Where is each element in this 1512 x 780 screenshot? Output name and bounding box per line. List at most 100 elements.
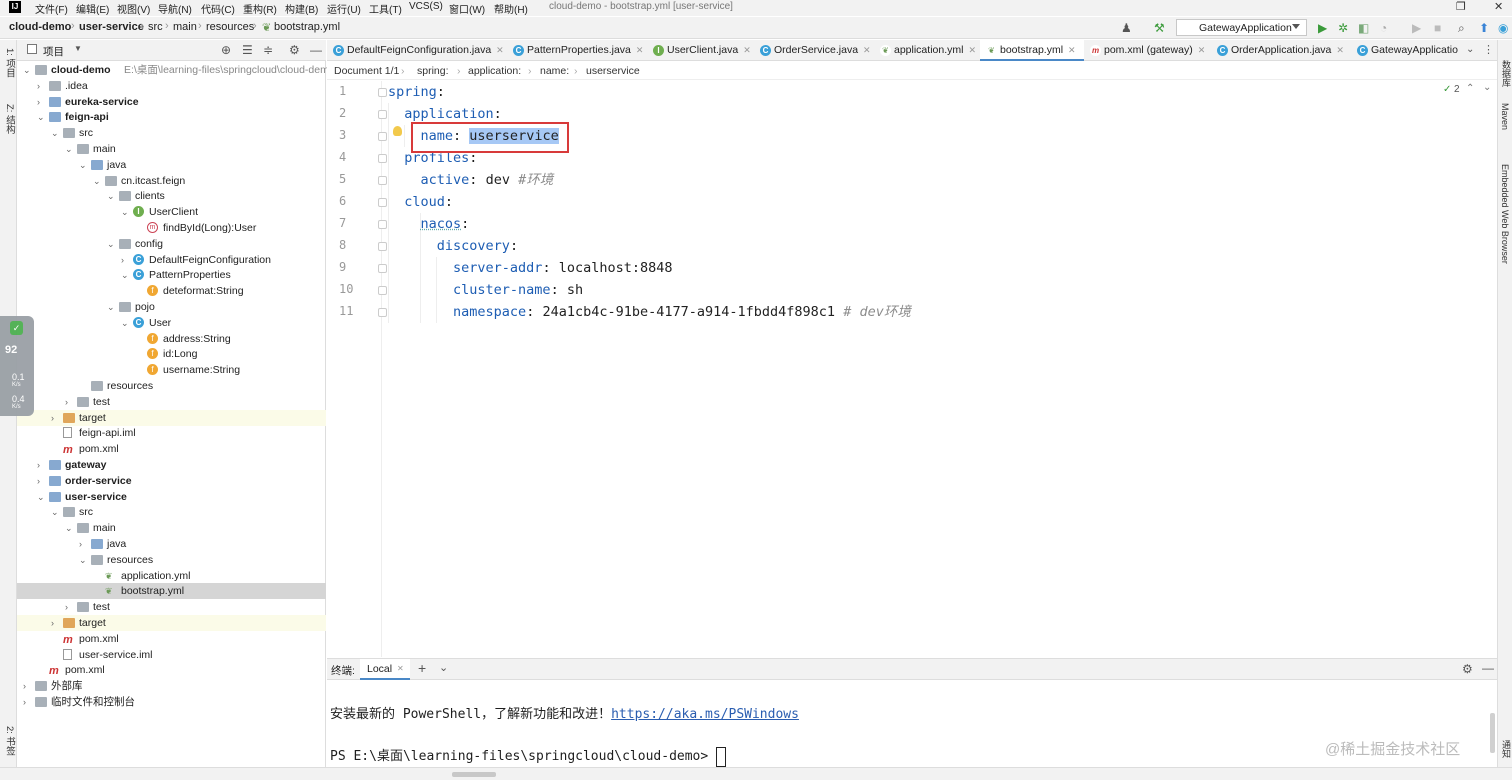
chevron-right-icon[interactable]: ›: [23, 694, 26, 710]
tree-folder-java[interactable]: › java: [17, 536, 326, 552]
tree-folder-target[interactable]: › target: [17, 409, 326, 426]
chevron-down-icon[interactable]: ⌄: [1483, 82, 1491, 93]
chevron-right-icon[interactable]: ›: [121, 252, 124, 268]
menu-edit[interactable]: 编辑(E): [76, 1, 109, 16]
chevron-right-icon[interactable]: ›: [65, 394, 68, 410]
tree-folder-test[interactable]: › test: [17, 394, 326, 410]
more-tabs-icon[interactable]: ⋮: [1483, 43, 1494, 56]
close-window-icon[interactable]: ✕: [1494, 0, 1503, 13]
tree-class-user[interactable]: ⌄ C User: [17, 315, 326, 331]
chevron-down-icon[interactable]: ⌄: [37, 489, 45, 505]
tab-gateway-application[interactable]: C GatewayApplicatio: [1351, 40, 1461, 61]
tree-folder-target[interactable]: › target: [17, 615, 326, 631]
breadcrumb-module[interactable]: user-service: [79, 21, 144, 33]
chevron-right-icon[interactable]: ›: [79, 536, 82, 552]
tree-field-deteformat[interactable]: f deteformat:String: [17, 283, 326, 299]
tree-field-username[interactable]: f username:String: [17, 362, 326, 378]
project-tool-tab[interactable]: 1: 项目: [2, 48, 16, 78]
tree-field-address[interactable]: f address:String: [17, 331, 326, 347]
tree-file-user-service-iml[interactable]: user-service.iml: [17, 647, 326, 663]
collapse-all-icon[interactable]: ≑: [263, 43, 273, 57]
close-icon[interactable]: ✕: [743, 45, 751, 55]
tree-file-pom[interactable]: m pom.xml: [17, 441, 326, 457]
debug-icon[interactable]: ✲: [1338, 21, 1348, 35]
breadcrumb-application[interactable]: application:: [468, 65, 521, 77]
coverage-icon[interactable]: ◧: [1358, 21, 1369, 35]
chevron-right-icon[interactable]: ›: [37, 473, 40, 489]
add-terminal-icon[interactable]: +: [418, 660, 426, 676]
menu-build[interactable]: 构建(B): [285, 1, 318, 16]
update-icon[interactable]: ⬆: [1479, 21, 1489, 35]
database-tool-tab[interactable]: 数据库: [1500, 60, 1512, 87]
tree-folder-src[interactable]: ⌄ src: [17, 125, 326, 141]
tree-folder-main[interactable]: ⌄ main: [17, 520, 326, 536]
breadcrumb-main[interactable]: main: [173, 21, 197, 33]
menu-refactor[interactable]: 重构(R): [243, 1, 277, 16]
menu-view[interactable]: 视图(V): [117, 1, 150, 16]
close-icon[interactable]: ✕: [1068, 45, 1076, 55]
horizontal-scrollbar[interactable]: [452, 772, 496, 777]
chevron-up-icon[interactable]: ⌃: [1466, 83, 1474, 94]
tree-folder-idea[interactable]: › .idea: [17, 78, 326, 94]
chevron-down-icon[interactable]: ⌄: [1466, 44, 1474, 55]
chevron-right-icon[interactable]: ›: [23, 678, 26, 694]
project-panel-title[interactable]: 项目: [43, 44, 64, 59]
inspection-check-icon[interactable]: ✓: [1443, 84, 1451, 95]
close-icon[interactable]: ✕: [1198, 45, 1206, 55]
tree-file-bootstrap-yml[interactable]: ❦ bootstrap.yml: [17, 583, 326, 600]
tree-file-pom[interactable]: m pom.xml: [17, 662, 326, 678]
chevron-down-icon[interactable]: ⌄: [51, 125, 59, 141]
tree-package-config[interactable]: ⌄ config: [17, 236, 326, 252]
tree-folder-java[interactable]: ⌄ java: [17, 157, 326, 173]
chevron-down-icon[interactable]: ⌄: [107, 236, 115, 252]
tree-folder-src[interactable]: ⌄ src: [17, 504, 326, 520]
close-icon[interactable]: ✕: [1336, 45, 1344, 55]
tree-class-defaultfeignconfiguration[interactable]: › C DefaultFeignConfiguration: [17, 252, 326, 268]
chevron-right-icon[interactable]: ›: [65, 599, 68, 615]
close-icon[interactable]: ✕: [397, 664, 404, 673]
tab-order-service[interactable]: C OrderService.java ✕: [754, 40, 874, 61]
breadcrumb-name[interactable]: name:: [540, 65, 569, 77]
chevron-right-icon[interactable]: ›: [37, 78, 40, 94]
run-icon[interactable]: ▶: [1318, 21, 1327, 35]
breadcrumb-value[interactable]: userservice: [586, 65, 640, 77]
menu-navigate[interactable]: 导航(N): [158, 1, 192, 16]
tree-root-cloud-demo[interactable]: ⌄ cloud-demo E:\桌面\learning-files\springcl…: [17, 62, 335, 78]
terminal-scrollbar[interactable]: [1490, 713, 1495, 753]
tree-package-pojo[interactable]: ⌄ pojo: [17, 299, 326, 315]
profile-icon[interactable]: ◔: [1380, 21, 1387, 35]
code-editor[interactable]: spring: application: name: userservice p…: [383, 81, 1497, 657]
tree-module-feign-api[interactable]: ⌄ feign-api: [17, 109, 326, 125]
tree-folder-resources[interactable]: resources: [17, 378, 326, 394]
tab-user-client[interactable]: I UserClient.java ✕: [647, 40, 754, 61]
web-browser-tool-tab[interactable]: Embedded Web Browser: [1500, 164, 1510, 264]
tree-file-pom[interactable]: m pom.xml: [17, 631, 326, 647]
chevron-right-icon[interactable]: ›: [51, 615, 54, 631]
tree-module-gateway[interactable]: › gateway: [17, 457, 326, 473]
menu-code[interactable]: 代码(C): [201, 1, 235, 16]
tree-folder-test[interactable]: › test: [17, 599, 326, 615]
resume-icon[interactable]: ▶: [1412, 21, 1421, 35]
tree-file-application-yml[interactable]: ❦ application.yml: [17, 568, 326, 584]
menu-run[interactable]: 运行(U): [327, 1, 361, 16]
tree-scratches-consoles[interactable]: › 临时文件和控制台: [17, 694, 326, 710]
chevron-down-icon[interactable]: ⌄: [121, 267, 129, 283]
chevron-down-icon[interactable]: ⌄: [93, 173, 101, 189]
menu-window[interactable]: 窗口(W): [449, 1, 485, 16]
chevron-down-icon[interactable]: ⌄: [439, 661, 448, 674]
expand-all-icon[interactable]: ☰: [242, 43, 253, 57]
hide-icon[interactable]: —: [310, 43, 322, 57]
tree-package-clients[interactable]: ⌄ clients: [17, 188, 326, 204]
tab-bootstrap-yml[interactable]: ❦ bootstrap.yml ✕: [980, 40, 1084, 61]
tree-module-eureka-service[interactable]: › eureka-service: [17, 94, 326, 110]
build-hammer-icon[interactable]: ⚒: [1154, 21, 1165, 35]
tab-pattern-properties[interactable]: C PatternProperties.java ✕: [507, 40, 647, 61]
chevron-down-icon[interactable]: ⌄: [121, 315, 129, 331]
bookmarks-tool-tab[interactable]: 2: 书签: [2, 726, 16, 756]
tree-folder-main[interactable]: ⌄ main: [17, 141, 326, 157]
menu-tools[interactable]: 工具(T): [369, 1, 402, 16]
terminal-output[interactable]: 安装最新的 PowerShell，了解新功能和改进！https://aka.ms…: [327, 681, 1497, 767]
close-icon[interactable]: ✕: [863, 45, 871, 55]
search-icon[interactable]: ⌕: [1458, 21, 1465, 36]
tree-interface-userclient[interactable]: ⌄ I UserClient: [17, 204, 326, 220]
